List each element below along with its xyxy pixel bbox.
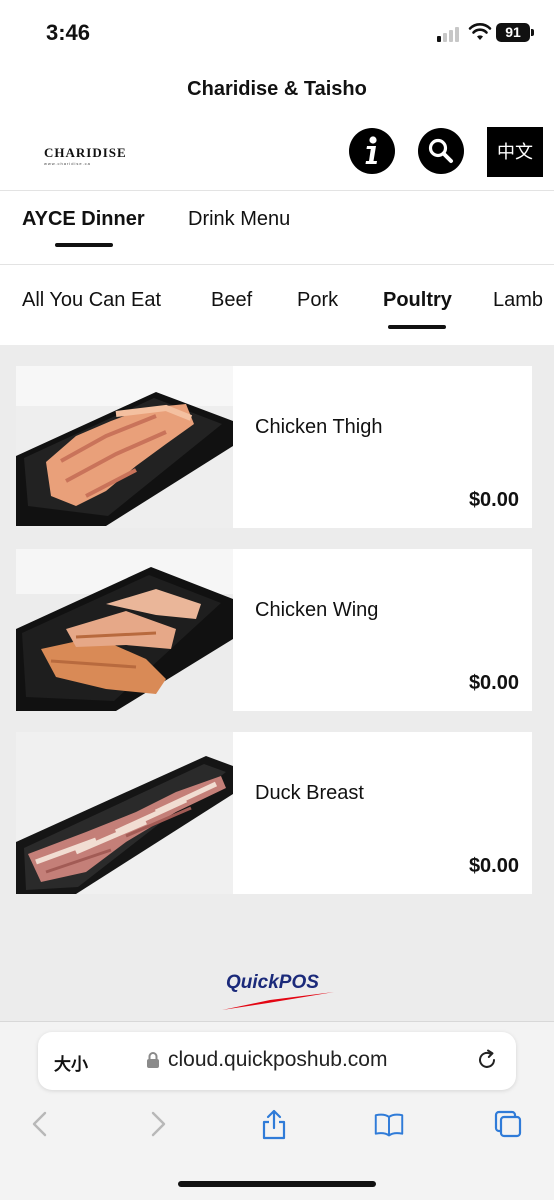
- address-bar[interactable]: 大小 cloud.quickposhub.com: [38, 1032, 516, 1090]
- battery-indicator: 91: [496, 23, 530, 42]
- forward-icon[interactable]: [143, 1108, 173, 1140]
- restaurant-title: Charidise & Taisho: [187, 78, 367, 100]
- chicken-wing-photo: [16, 549, 233, 711]
- quickpos-logo-text: QuickPOS: [226, 972, 319, 993]
- menu-tab-active-indicator: [55, 243, 113, 247]
- duck-breast-photo: [16, 732, 233, 894]
- item-name: Duck Breast: [255, 782, 364, 804]
- item-name: Chicken Wing: [255, 599, 379, 621]
- tab-ayce-dinner[interactable]: AYCE Dinner: [22, 208, 145, 231]
- search-button[interactable]: [418, 128, 464, 174]
- share-icon[interactable]: [259, 1108, 289, 1140]
- battery-cap-icon: [531, 29, 534, 36]
- home-indicator: [178, 1181, 376, 1187]
- reload-icon[interactable]: [475, 1048, 499, 1072]
- menu-item-card[interactable]: Chicken Wing $0.00: [16, 549, 532, 711]
- quickpos-logo[interactable]: QuickPOS: [222, 970, 338, 1012]
- menu-item-card[interactable]: Duck Breast $0.00: [16, 732, 532, 894]
- category-beef[interactable]: Beef: [211, 289, 252, 312]
- logo-subtext: www.charidise.ca: [44, 161, 91, 166]
- category-lamb[interactable]: Lamb: [493, 289, 543, 312]
- item-price: $0.00: [468, 489, 519, 511]
- category-all-you-can-eat[interactable]: All You Can Eat: [22, 289, 161, 312]
- item-price: $0.00: [468, 855, 519, 877]
- item-name: Chicken Thigh: [255, 416, 383, 438]
- status-time: 3:46: [46, 20, 91, 45]
- wifi-icon: [468, 23, 492, 40]
- url-text: cloud.quickposhub.com: [168, 1048, 388, 1071]
- back-icon[interactable]: [25, 1108, 55, 1140]
- lock-icon: [147, 1052, 159, 1068]
- tabs-icon[interactable]: [493, 1108, 523, 1140]
- menu-item-card[interactable]: Chicken Thigh $0.00: [16, 366, 532, 528]
- category-poultry[interactable]: Poultry: [383, 289, 452, 312]
- item-price: $0.00: [468, 672, 519, 694]
- text-size-button[interactable]: 大小: [54, 1050, 88, 1075]
- header-divider: [0, 190, 554, 191]
- tab-drink-menu[interactable]: Drink Menu: [188, 208, 290, 231]
- restaurant-logo[interactable]: CHARIDISE www.charidise.ca: [44, 145, 127, 166]
- cellular-signal-icon: [437, 26, 463, 42]
- search-icon: [428, 138, 453, 163]
- info-button[interactable]: [349, 128, 395, 174]
- bookmarks-icon[interactable]: [374, 1108, 404, 1140]
- info-icon: [365, 136, 377, 164]
- language-toggle-button[interactable]: 中文: [487, 127, 543, 177]
- category-active-indicator: [388, 325, 446, 329]
- menu-tabs-divider: [0, 264, 554, 265]
- logo-text: CHARIDISE: [44, 145, 127, 160]
- category-pork[interactable]: Pork: [297, 289, 338, 312]
- chicken-thigh-photo: [16, 366, 233, 528]
- status-bar: 3:46 91: [0, 0, 554, 66]
